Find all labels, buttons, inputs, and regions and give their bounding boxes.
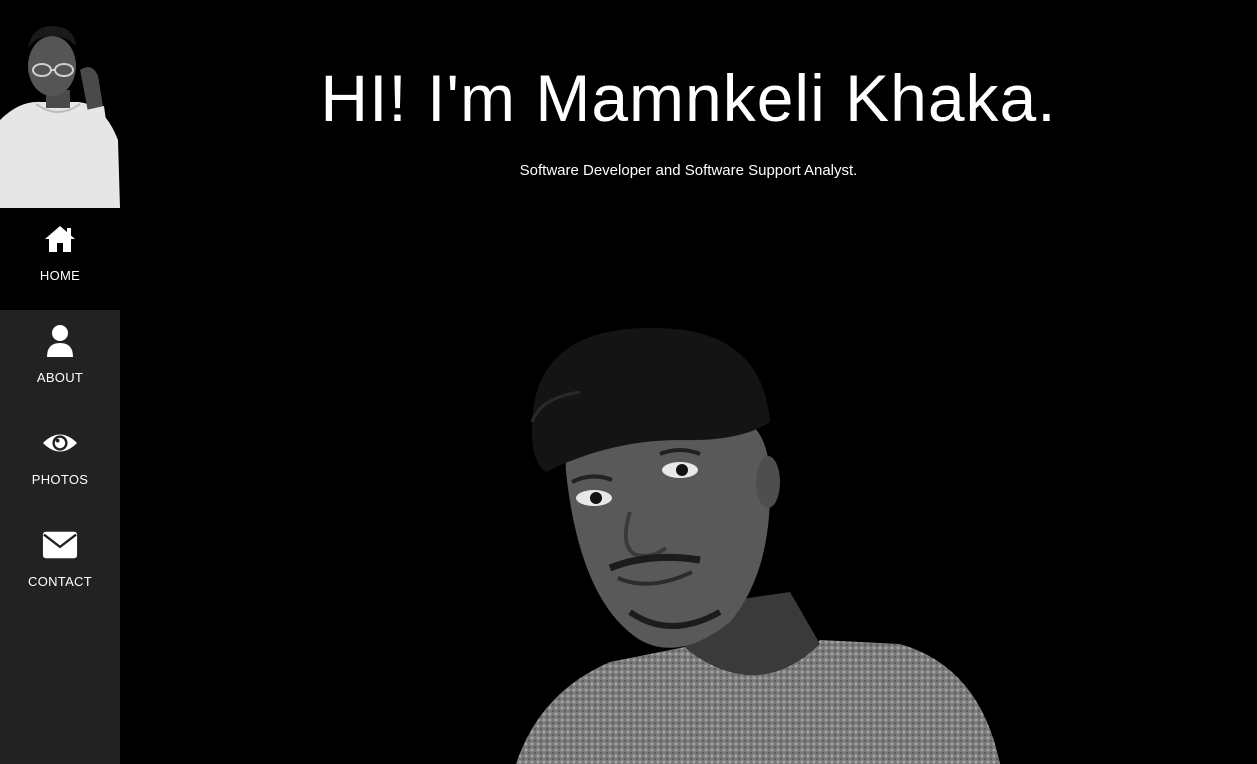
page-title: HI! I'm Mamnkeli Khaka.: [320, 61, 1057, 135]
nav-about-label: ABOUT: [36, 370, 84, 385]
page: HOME ABOUT PHOTOS CONTACT HI! I'm Mamnke…: [0, 0, 1257, 764]
nav-home-label: HOME: [39, 268, 81, 283]
nav-about[interactable]: ABOUT: [0, 310, 120, 412]
avatar: [0, 0, 120, 208]
page-subtitle: Software Developer and Software Support …: [519, 162, 858, 179]
nav-photos[interactable]: PHOTOS: [0, 412, 120, 514]
envelope-icon: [42, 528, 78, 562]
nav-photos-label: PHOTOS: [31, 472, 89, 487]
eye-icon: [42, 426, 78, 460]
sidebar: HOME ABOUT PHOTOS CONTACT: [0, 0, 120, 764]
avatar-image: [0, 0, 120, 208]
nav-contact-label: CONTACT: [28, 574, 92, 589]
nav-contact[interactable]: CONTACT: [0, 514, 120, 616]
nav-home[interactable]: HOME: [0, 208, 120, 310]
home-icon: [42, 222, 78, 256]
portrait-image: [500, 322, 1020, 764]
user-icon: [42, 324, 78, 358]
